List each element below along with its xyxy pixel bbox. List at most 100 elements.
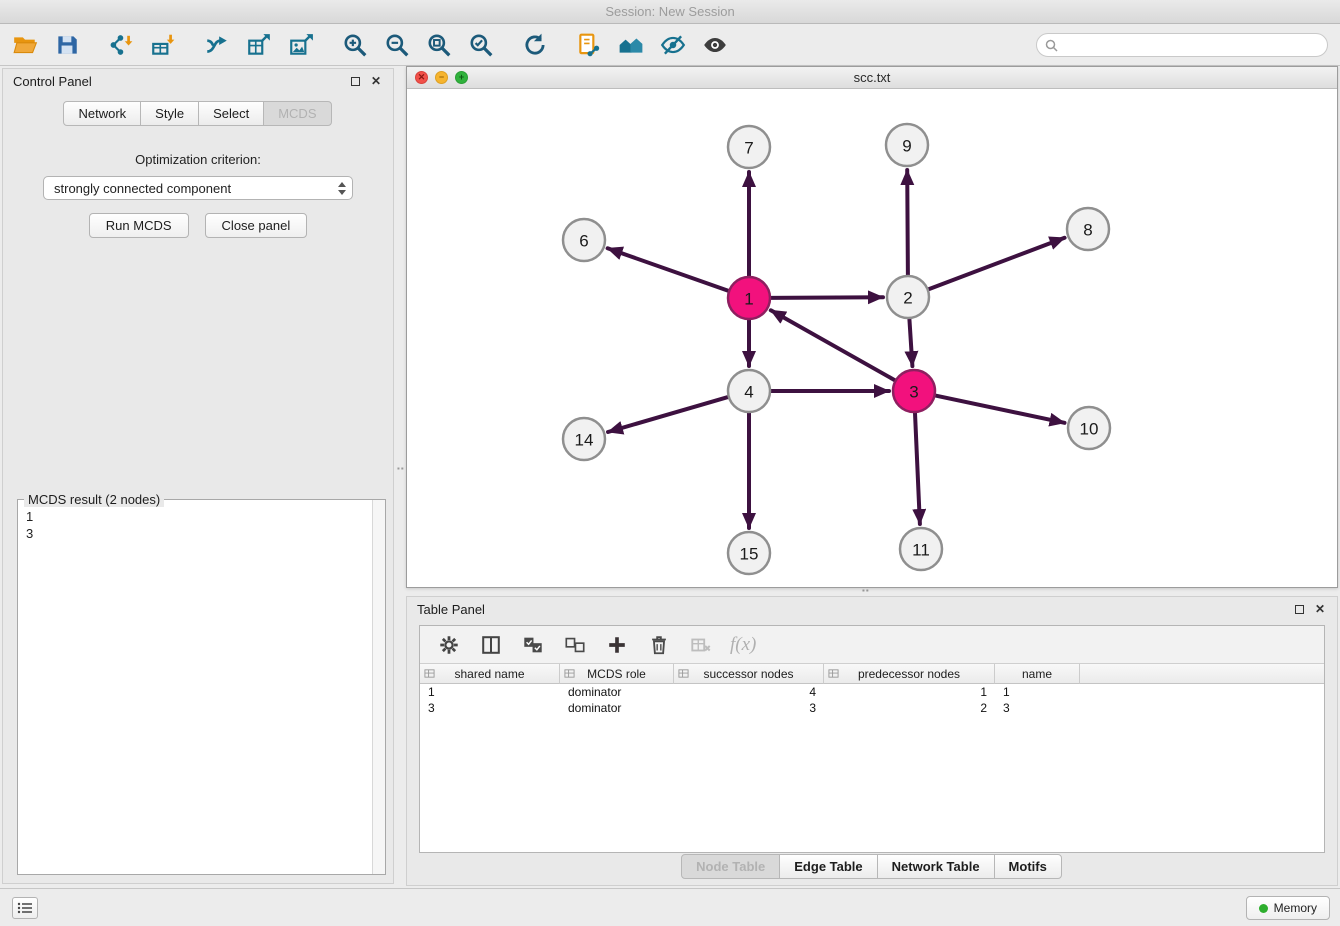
import-table-button[interactable] (146, 28, 180, 62)
node-15[interactable]: 15 (728, 532, 770, 574)
close-panel-action-button[interactable]: Close panel (205, 213, 308, 238)
tab-style[interactable]: Style (140, 101, 199, 126)
close-table-panel-button[interactable]: ✕ (1313, 602, 1327, 616)
edge-2-3[interactable] (909, 319, 912, 366)
search-input[interactable] (1063, 38, 1319, 52)
run-mcds-button[interactable]: Run MCDS (89, 213, 189, 238)
zoom-in-button[interactable] (338, 28, 372, 62)
import-table-icon (150, 32, 176, 58)
create-column-button[interactable] (604, 632, 630, 658)
edge-2-9[interactable] (907, 170, 908, 275)
select-all-rows-button[interactable] (520, 632, 546, 658)
close-panel-button[interactable]: ✕ (369, 74, 383, 88)
memory-button[interactable]: Memory (1246, 896, 1330, 920)
node-10[interactable]: 10 (1068, 407, 1110, 449)
node-4[interactable]: 4 (728, 370, 770, 412)
node-2[interactable]: 2 (887, 276, 929, 318)
edge-3-1[interactable] (771, 310, 895, 380)
tab-network[interactable]: Network (63, 101, 141, 126)
tab-select[interactable]: Select (198, 101, 264, 126)
column-header-name[interactable]: name (995, 664, 1080, 684)
hide-graphics-details-button[interactable] (656, 28, 690, 62)
zoom-selected-button[interactable] (464, 28, 498, 62)
cell-name[interactable]: 1 (995, 684, 1080, 700)
node-11[interactable]: 11 (900, 528, 942, 570)
float-table-panel-button[interactable] (1292, 602, 1306, 616)
node-label: 7 (744, 139, 753, 158)
cell-mcds-role[interactable]: dominator (560, 684, 674, 700)
result-scrollbar[interactable] (372, 500, 385, 874)
maximize-window-button[interactable]: + (455, 71, 468, 84)
horizontal-splitter[interactable]: ▪▪ (406, 589, 1338, 596)
node-9[interactable]: 9 (886, 124, 928, 166)
network-window: ✕ − + scc.txt 7968124314101511 (406, 66, 1338, 588)
edge-1-6[interactable] (608, 248, 729, 290)
function-builder-button[interactable]: f(x) (730, 634, 756, 656)
show-columns-button[interactable] (478, 632, 504, 658)
column-header-successor-nodes[interactable]: successor nodes (674, 664, 824, 684)
network-canvas-area[interactable]: 7 9 6 8 1 2 4 3 14 10 15 11 (407, 89, 1337, 587)
show-graphics-details-button[interactable] (698, 28, 732, 62)
export-table-icon (246, 32, 272, 58)
cell-successor-nodes[interactable]: 4 (674, 684, 824, 700)
vertical-splitter[interactable]: ▪▪ (396, 66, 405, 886)
delete-table-button[interactable] (688, 632, 714, 658)
refresh-layout-button[interactable] (518, 28, 552, 62)
zoom-fit-button[interactable] (422, 28, 456, 62)
node-label: 1 (744, 290, 753, 309)
tab-mcds[interactable]: MCDS (263, 101, 331, 126)
node-label: 14 (575, 431, 594, 450)
minimize-window-button[interactable]: − (435, 71, 448, 84)
float-panel-button[interactable] (348, 74, 362, 88)
zoom-out-button[interactable] (380, 28, 414, 62)
table-settings-button[interactable] (436, 632, 462, 658)
cell-name[interactable]: 3 (995, 700, 1080, 716)
node-8[interactable]: 8 (1067, 208, 1109, 250)
node-7[interactable]: 7 (728, 126, 770, 168)
cell-mcds-role[interactable]: dominator (560, 700, 674, 716)
edge-1-2[interactable] (771, 297, 883, 298)
deselect-all-icon (564, 634, 586, 656)
float-icon (351, 77, 360, 86)
network-overview-button[interactable] (614, 28, 648, 62)
tab-edge-table[interactable]: Edge Table (779, 854, 877, 879)
criterion-dropdown[interactable]: strongly connected component (43, 176, 353, 200)
edge-3-10[interactable] (936, 396, 1065, 423)
export-image-button[interactable] (284, 28, 318, 62)
export-table-button[interactable] (242, 28, 276, 62)
edge-3-11[interactable] (915, 413, 920, 524)
export-network-button[interactable] (200, 28, 234, 62)
network-graph[interactable]: 7 9 6 8 1 2 4 3 14 10 15 11 (407, 89, 1337, 587)
panel-menu-button[interactable] (12, 897, 38, 919)
node-14[interactable]: 14 (563, 418, 605, 460)
table-row[interactable]: 1 dominator 4 1 1 (420, 684, 1324, 700)
table-row[interactable]: 3 dominator 3 2 3 (420, 700, 1324, 716)
import-network-button[interactable] (104, 28, 138, 62)
deselect-all-rows-button[interactable] (562, 632, 588, 658)
edge-2-8[interactable] (929, 238, 1065, 289)
cell-successor-nodes[interactable]: 3 (674, 700, 824, 716)
save-session-button[interactable] (50, 28, 84, 62)
app-title: Session: New Session (605, 4, 734, 19)
tab-node-table[interactable]: Node Table (681, 854, 780, 879)
node-1[interactable]: 1 (728, 277, 770, 319)
close-window-button[interactable]: ✕ (415, 71, 428, 84)
cell-shared-name[interactable]: 1 (420, 684, 560, 700)
cell-shared-name[interactable]: 3 (420, 700, 560, 716)
main-toolbar (0, 25, 1340, 66)
cell-predecessor-nodes[interactable]: 2 (824, 700, 995, 716)
table-panel-tabs: Node Table Edge Table Network Table Moti… (407, 854, 1337, 879)
cell-predecessor-nodes[interactable]: 1 (824, 684, 995, 700)
column-header-mcds-role[interactable]: MCDS role (560, 664, 674, 684)
column-header-predecessor-nodes[interactable]: predecessor nodes (824, 664, 995, 684)
column-header-shared-name[interactable]: shared name (420, 664, 560, 684)
node-3[interactable]: 3 (893, 370, 935, 412)
delete-column-button[interactable] (646, 632, 672, 658)
edge-4-14[interactable] (608, 397, 728, 432)
tab-network-table[interactable]: Network Table (877, 854, 995, 879)
tab-motifs[interactable]: Motifs (994, 854, 1062, 879)
node-6[interactable]: 6 (563, 219, 605, 261)
open-session-button[interactable] (8, 28, 42, 62)
status-bar: Memory (0, 888, 1340, 926)
new-network-from-selection-button[interactable] (572, 28, 606, 62)
